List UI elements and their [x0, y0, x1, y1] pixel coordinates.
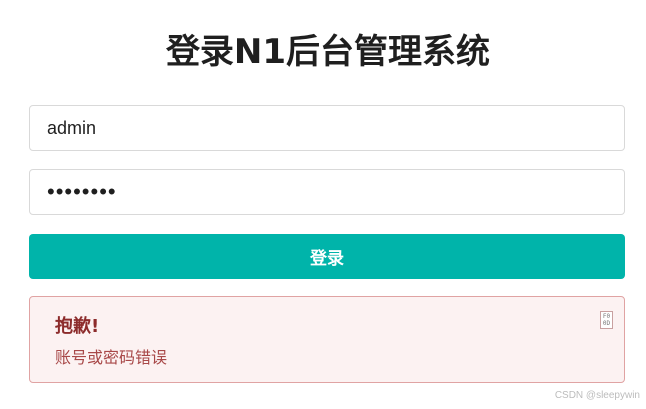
watermark: CSDN @sleepywin	[554, 390, 640, 401]
login-page: 登录N1后台管理系统 登录 抱歉! 账号或密码错误 F00D CSDN @sle…	[0, 0, 646, 409]
page-title: 登录N1后台管理系统	[165, 32, 491, 72]
error-alert: 抱歉! 账号或密码错误 F0 0D	[29, 296, 625, 383]
login-button[interactable]: 登录	[29, 234, 625, 279]
close-icon[interactable]: F0 0D	[600, 311, 613, 329]
alert-title: 抱歉!	[55, 316, 100, 337]
password-field[interactable]	[29, 169, 625, 215]
alert-message: 账号或密码错误	[55, 348, 168, 367]
username-field[interactable]	[29, 105, 625, 151]
